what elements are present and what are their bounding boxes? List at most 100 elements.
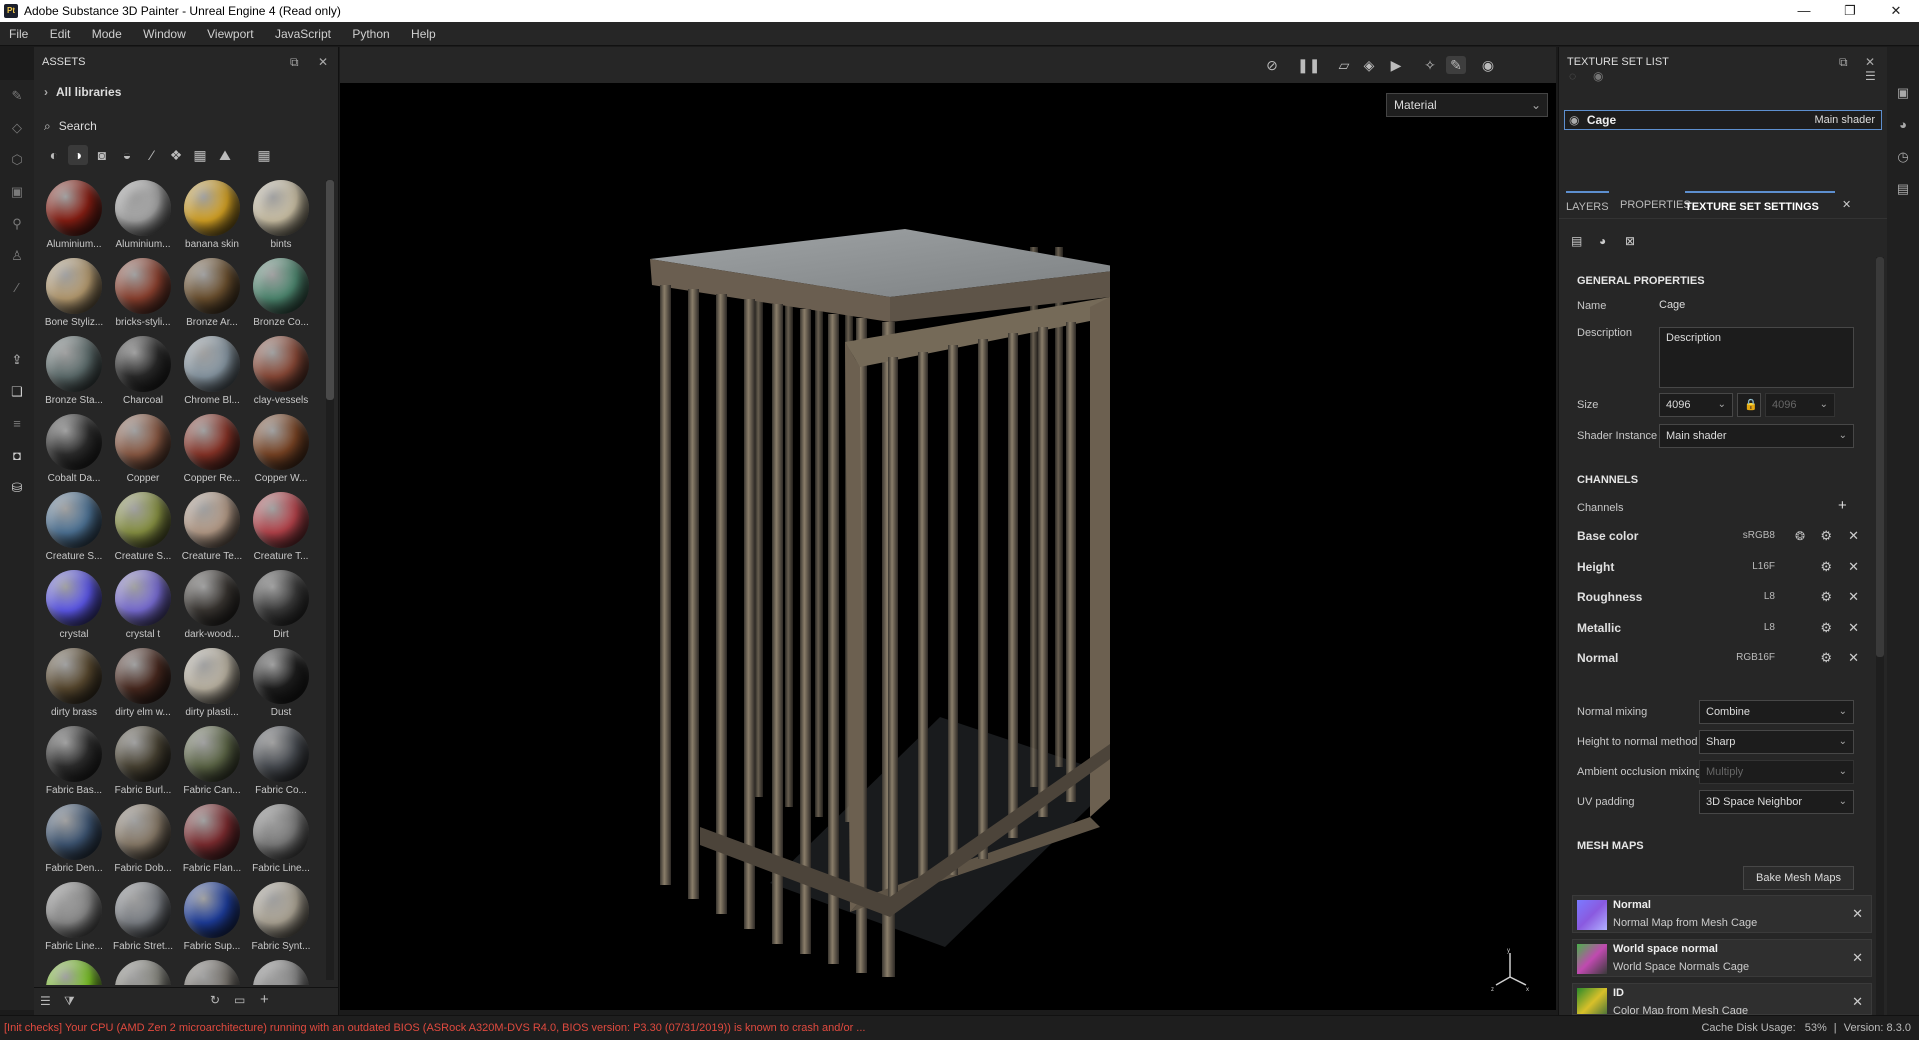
material-thumbnail[interactable] (247, 960, 315, 985)
material-thumbnail[interactable]: Fabric Synt... (247, 882, 315, 960)
material-thumbnail[interactable]: clay-vessels (247, 336, 315, 414)
3d-view-icon[interactable]: ◈ (1359, 56, 1379, 74)
remove-channel-icon[interactable]: ✕ (1848, 617, 1859, 639)
material-thumbnail[interactable]: Aluminium... (40, 180, 108, 258)
materials-filter-icon[interactable]: ◐ (44, 145, 64, 165)
bake-export-icon[interactable]: ⇪ (9, 352, 25, 368)
projection-icon[interactable]: ⬡ (9, 152, 25, 168)
channel-format[interactable]: L8 (1764, 586, 1775, 608)
normal-mixing-dropdown[interactable]: Combine ⌄ (1699, 700, 1854, 724)
shelf-icon[interactable]: ▣ (1895, 85, 1911, 101)
shelf-icon[interactable]: ⛁ (9, 480, 25, 496)
search-input[interactable]: Search (59, 119, 97, 133)
lighting-icon[interactable]: ✧ (1420, 56, 1440, 74)
2d-view-icon[interactable]: ▱ (1334, 56, 1354, 74)
list-view-icon[interactable]: ☰ (40, 994, 51, 1008)
display-settings-icon[interactable]: ◕ (1895, 117, 1911, 133)
remove-icon[interactable]: ✕ (1852, 994, 1863, 1010)
channel-format[interactable]: L8 (1764, 617, 1775, 639)
remove-icon[interactable]: ✕ (1852, 906, 1863, 922)
uv-icon[interactable]: ⊠ (1625, 234, 1635, 248)
material-thumbnail[interactable]: Bronze Ar... (178, 258, 246, 336)
shader-instance-dropdown[interactable]: Main shader ⌄ (1659, 424, 1854, 448)
channel-row[interactable]: Base color sRGB8 ❂ ⚙ ✕ (1577, 525, 1867, 547)
textures-filter-icon[interactable]: ▦ (190, 145, 210, 165)
material-thumbnail[interactable]: Dust (247, 648, 315, 726)
show-all-icon[interactable]: ◉ (1593, 69, 1603, 83)
material-thumbnail[interactable]: Creature Te... (178, 492, 246, 570)
material-thumbnail[interactable] (178, 960, 246, 985)
maximize-button[interactable]: ❐ (1827, 0, 1873, 22)
hide-all-icon[interactable]: ◌ (1569, 69, 1576, 83)
material-thumbnail[interactable]: bints (247, 180, 315, 258)
material-thumbnail[interactable]: Fabric Den... (40, 804, 108, 882)
material-thumbnail[interactable]: Copper (109, 414, 177, 492)
tab-layers[interactable]: LAYERS (1566, 191, 1609, 219)
remove-icon[interactable]: ✕ (1852, 950, 1863, 966)
color-profile-icon[interactable]: ❂ (1795, 525, 1805, 547)
remove-channel-icon[interactable]: ✕ (1848, 647, 1859, 669)
menu-file[interactable]: File (0, 22, 37, 46)
pause-icon[interactable]: ❚❚ (1297, 56, 1320, 74)
material-thumbnail[interactable]: Creature T... (247, 492, 315, 570)
align-icon[interactable]: ≡ (9, 416, 25, 432)
screenshot-icon[interactable]: ◉ (1478, 56, 1498, 74)
texture-set-cage[interactable]: ◉ Cage Main shader (1564, 110, 1882, 130)
add-icon[interactable]: + (260, 991, 269, 1008)
paint-mode-icon[interactable]: ✎ (1446, 56, 1466, 74)
material-icon[interactable]: ◕ (1599, 234, 1606, 248)
lock-aspect-button[interactable]: 🔒 (1737, 393, 1761, 417)
material-thumbnail[interactable]: Bronze Sta... (40, 336, 108, 414)
remove-channel-icon[interactable]: ✕ (1848, 556, 1859, 578)
material-thumbnail[interactable]: Fabric Sup... (178, 882, 246, 960)
history-icon[interactable]: ◷ (1895, 149, 1911, 165)
material-thumbnail[interactable]: Creature S... (40, 492, 108, 570)
refresh-icon[interactable]: ↻ (210, 993, 220, 1007)
material-thumbnail[interactable]: Fabric Dob... (109, 804, 177, 882)
menu-mode[interactable]: Mode (83, 22, 131, 46)
smudge-icon[interactable]: ⚲ (9, 216, 25, 232)
name-value[interactable]: Cage (1659, 299, 1685, 311)
material-thumbnail[interactable]: Fabric Line... (247, 804, 315, 882)
library-selector[interactable]: › All libraries (44, 85, 121, 99)
channel-settings-gear-icon[interactable]: ⚙ (1820, 556, 1832, 578)
material-thumbnail[interactable]: Fabric Stret... (109, 882, 177, 960)
viewport-mode-dropdown[interactable]: Material ⌄ (1386, 93, 1548, 117)
right-panel-scrollbar[interactable] (1876, 257, 1884, 1015)
menu-window[interactable]: Window (134, 22, 195, 46)
description-field[interactable]: Description (1659, 327, 1854, 388)
minimize-button[interactable]: — (1781, 0, 1827, 22)
undock-icon[interactable]: ⧉ (290, 47, 299, 77)
grid-view-icon[interactable]: ▦ (254, 145, 274, 165)
search-field[interactable]: ⌕ Search (44, 119, 97, 134)
generators-filter-icon[interactable]: ◒ (117, 145, 137, 165)
material-thumbnail[interactable]: Bronze Co... (247, 258, 315, 336)
material-thumbnail[interactable]: Charcoal (109, 336, 177, 414)
remove-channel-icon[interactable]: ✕ (1848, 525, 1859, 547)
material-thumbnail[interactable]: banana skin (178, 180, 246, 258)
channel-row[interactable]: Roughness L8 ⚙ ✕ (1577, 586, 1867, 608)
environments-filter-icon[interactable]: ⛰ (215, 145, 235, 165)
material-thumbnail[interactable]: Aluminium... (109, 180, 177, 258)
channel-format[interactable]: RGB16F (1736, 647, 1775, 669)
material-thumbnail[interactable] (109, 960, 177, 985)
mesh-map-normal[interactable]: Normal Normal Map from Mesh Cage ✕ (1572, 895, 1872, 933)
polygon-fill-icon[interactable]: ▣ (9, 184, 25, 200)
menu-javascript[interactable]: JavaScript (266, 22, 340, 46)
material-thumbnail[interactable]: Fabric Co... (247, 726, 315, 804)
material-thumbnail[interactable]: dirty elm w... (109, 648, 177, 726)
masks-filter-icon[interactable]: ◙ (92, 145, 112, 165)
material-thumbnail[interactable]: Copper Re... (178, 414, 246, 492)
material-thumbnail[interactable]: Bone Styliz... (40, 258, 108, 336)
camera-icon[interactable]: ◘ (9, 448, 25, 464)
mesh-map-world-space-normal[interactable]: World space normal World Space Normals C… (1572, 939, 1872, 977)
tab-texture-set-settings[interactable]: TEXTURE SET SETTINGS (1685, 191, 1835, 219)
bake-mesh-maps-button[interactable]: Bake Mesh Maps (1743, 866, 1854, 890)
camera-view-icon[interactable]: ▶ (1386, 56, 1406, 74)
tab-properties[interactable]: PROPERTIES (1620, 191, 1691, 219)
material-thumbnail[interactable]: dirty plasti... (178, 648, 246, 726)
material-thumbnail[interactable]: Creature S... (109, 492, 177, 570)
material-thumbnail[interactable]: dark-wood... (178, 570, 246, 648)
channel-format[interactable]: sRGB8 (1743, 525, 1775, 547)
brushes-filter-icon[interactable]: ⁄ (142, 145, 162, 165)
